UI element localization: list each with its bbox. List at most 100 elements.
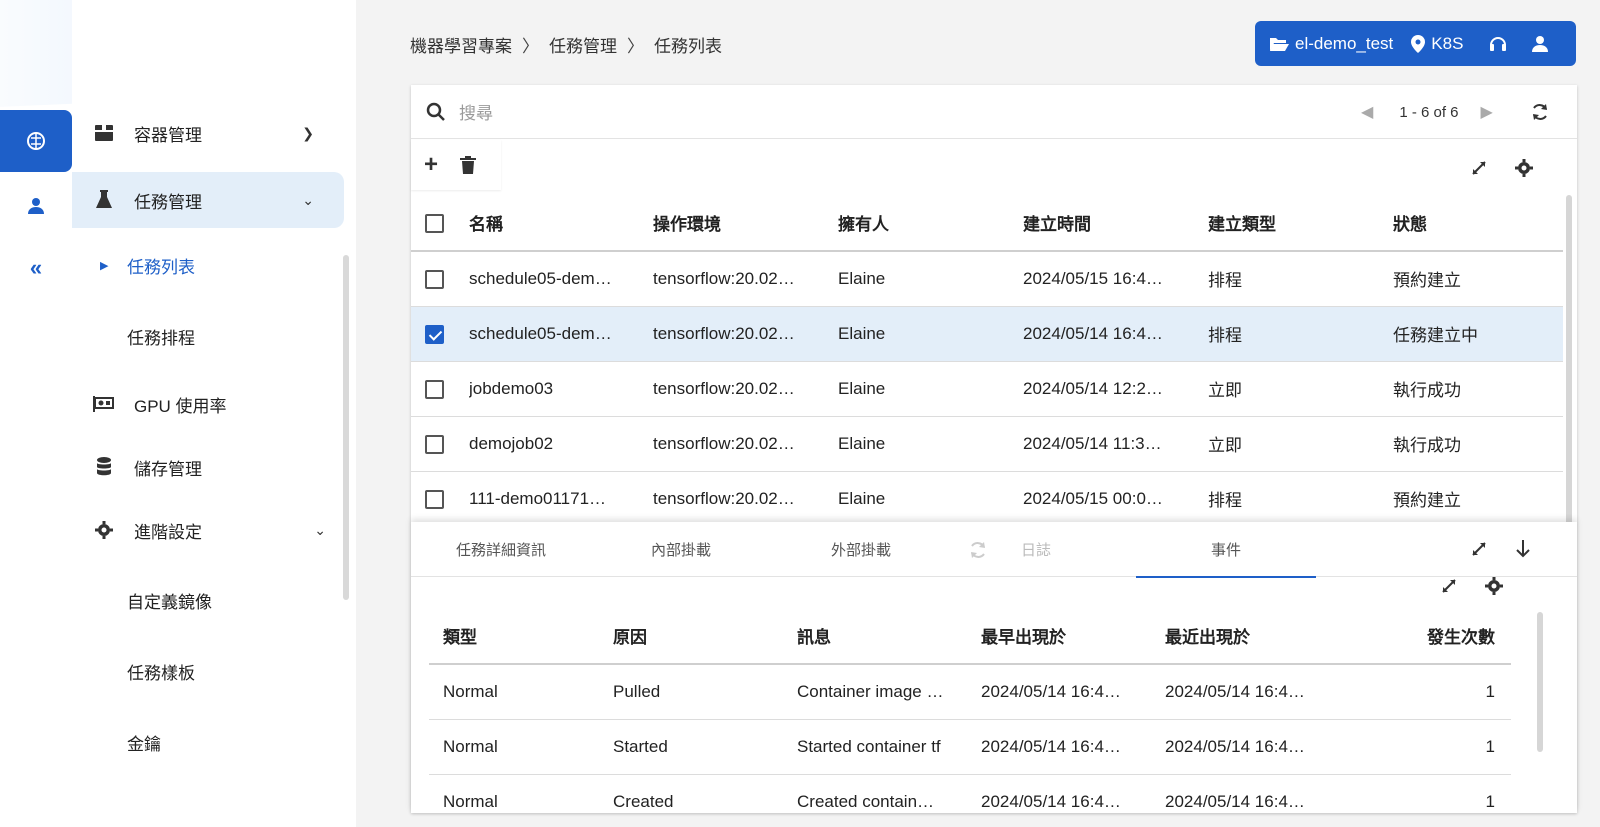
prev-page-icon[interactable]: ◀ — [1361, 102, 1373, 122]
job-name[interactable]: schedule05-dem… — [469, 324, 653, 344]
event-last-seen: 2024/05/14 16:4… — [1165, 774, 1349, 827]
add-icon[interactable]: + — [424, 151, 438, 179]
sidebar-item-label: 任務樣板 — [127, 663, 195, 683]
chevron-down-icon: ⌄ — [302, 191, 314, 208]
column-header[interactable]: 訊息 — [797, 607, 981, 665]
table-row[interactable]: demojob02 tensorflow:20.02… Elaine 2024/… — [411, 416, 1563, 472]
tab-events[interactable]: 事件 — [1136, 522, 1316, 578]
table-row[interactable]: schedule05-dem… tensorflow:20.02… Elaine… — [411, 251, 1563, 307]
sidebar-item-custom-image[interactable]: 自定義鏡像 — [72, 578, 356, 622]
row-checkbox[interactable] — [425, 324, 444, 344]
top-action-bar: el-demo_test K8S — [1255, 21, 1576, 66]
rail-item-ml[interactable] — [0, 110, 72, 172]
job-owner: Elaine — [838, 416, 1023, 472]
breadcrumb-job-management[interactable]: 任務管理 — [549, 32, 617, 57]
expand-icon[interactable] — [1471, 160, 1487, 176]
column-header[interactable]: 名稱 — [469, 195, 653, 252]
rail-item-user[interactable] — [0, 188, 72, 224]
gear-icon[interactable] — [1485, 577, 1503, 595]
tab-internal-mount[interactable]: 內部掛載 — [591, 522, 771, 577]
table-row[interactable]: jobdemo03 tensorflow:20.02… Elaine 2024/… — [411, 361, 1563, 417]
event-message: Started container tf — [797, 719, 981, 775]
event-type: Normal — [429, 774, 613, 827]
events-scrollbar[interactable] — [1537, 612, 1543, 752]
event-message: Container image … — [797, 664, 981, 720]
event-count: 1 — [1349, 774, 1511, 827]
sidebar-scrollbar[interactable] — [343, 255, 349, 600]
tab-job-details[interactable]: 任務詳細資訊 — [411, 522, 591, 577]
job-name[interactable]: schedule05-dem… — [469, 269, 653, 289]
trash-icon[interactable] — [460, 156, 477, 174]
expand-icon[interactable] — [1441, 578, 1457, 594]
column-header[interactable]: 最近出現於 — [1165, 607, 1349, 665]
rail-item-collapse[interactable]: « — [0, 250, 72, 286]
page-range: 1 - 6 of 6 — [1399, 103, 1459, 121]
column-header[interactable]: 類型 — [429, 607, 613, 665]
job-env: tensorflow:20.02… — [653, 471, 838, 527]
cluster-selector[interactable]: K8S — [1411, 34, 1463, 54]
event-message: Created contain… — [797, 774, 981, 827]
job-status: 執行成功 — [1393, 416, 1563, 472]
refresh-icon[interactable] — [1531, 103, 1549, 121]
table-row[interactable]: 111-demo01171… tensorflow:20.02… Elaine … — [411, 471, 1563, 527]
sidebar-item-job[interactable]: 任務管理 ⌄ — [72, 172, 344, 228]
column-header[interactable]: 狀態 — [1393, 195, 1563, 252]
refresh-icon — [971, 542, 985, 558]
job-status: 預約建立 — [1393, 471, 1563, 527]
table-scrollbar[interactable] — [1566, 195, 1572, 555]
sidebar-item-job-template[interactable]: 任務樣板 — [72, 649, 356, 693]
select-all-checkbox[interactable] — [425, 213, 444, 233]
column-header[interactable]: 原因 — [613, 607, 797, 665]
job-status: 預約建立 — [1393, 251, 1563, 307]
job-owner: Elaine — [838, 471, 1023, 527]
row-checkbox[interactable] — [425, 489, 444, 509]
sidebar-item-label: 任務管理 — [134, 192, 202, 212]
arrow-down-icon[interactable] — [1516, 539, 1530, 559]
search-icon — [426, 102, 445, 121]
job-create-type: 立即 — [1208, 416, 1393, 472]
row-checkbox[interactable] — [425, 379, 444, 399]
sidebar-item-job-list[interactable]: ▶ 任務列表 — [72, 243, 356, 287]
project-selector[interactable]: el-demo_test — [1269, 34, 1393, 54]
expand-icon[interactable] — [1471, 541, 1487, 557]
sidebar-item-container[interactable]: 容器管理 ❯ — [72, 110, 356, 156]
sidebar: 容器管理 ❯ 任務管理 ⌄ ▶ 任務列表 任務排程 GPU 使用率 儲存管理 進… — [72, 0, 356, 827]
box-icon — [90, 122, 118, 144]
next-page-icon[interactable]: ▶ — [1481, 102, 1493, 122]
job-name[interactable]: 111-demo01171… — [469, 489, 653, 509]
table-row[interactable]: schedule05-dem… tensorflow:20.02… Elaine… — [411, 306, 1563, 362]
search-input[interactable]: 搜尋 — [459, 99, 493, 124]
job-env: tensorflow:20.02… — [653, 361, 838, 417]
column-header[interactable]: 最早出現於 — [981, 607, 1165, 665]
gear-icon[interactable] — [1515, 159, 1533, 177]
event-reason: Pulled — [613, 664, 797, 720]
event-last-seen: 2024/05/14 16:4… — [1165, 664, 1349, 720]
column-header[interactable]: 擁有人 — [838, 195, 1023, 252]
event-reason: Started — [613, 719, 797, 775]
job-create-type: 排程 — [1208, 251, 1393, 307]
row-checkbox[interactable] — [425, 434, 444, 454]
sidebar-item-advanced[interactable]: 進階設定 ⌄ — [72, 508, 356, 552]
job-name[interactable]: jobdemo03 — [469, 379, 653, 399]
sidebar-item-gpu[interactable]: GPU 使用率 — [72, 382, 356, 426]
sidebar-item-label: 容器管理 — [134, 125, 202, 145]
row-checkbox[interactable] — [425, 269, 444, 289]
sidebar-item-label: 任務列表 — [127, 257, 195, 277]
sidebar-item-job-schedule[interactable]: 任務排程 — [72, 314, 356, 358]
column-header[interactable]: 發生次數 — [1349, 607, 1511, 665]
tab-external-mount[interactable]: 外部掛載 — [771, 522, 951, 577]
job-name[interactable]: demojob02 — [469, 434, 653, 454]
sidebar-item-keys[interactable]: 金鑰 — [72, 720, 356, 764]
folder-open-icon — [1270, 37, 1289, 51]
breadcrumb-project[interactable]: 機器學習專案 — [410, 32, 512, 57]
breadcrumb-job-list: 任務列表 — [654, 37, 722, 56]
column-header[interactable]: 建立時間 — [1023, 195, 1208, 252]
sidebar-item-storage[interactable]: 儲存管理 — [72, 445, 356, 489]
column-header[interactable]: 操作環境 — [653, 195, 838, 252]
job-list-card: 搜尋 ◀ 1 - 6 of 6 ▶ + 名稱 操作環境 擁有人 建立時間 建立類… — [411, 85, 1577, 827]
support-button[interactable] — [1489, 35, 1507, 53]
column-header[interactable]: 建立類型 — [1208, 195, 1393, 252]
account-button[interactable] — [1531, 35, 1549, 53]
job-env: tensorflow:20.02… — [653, 416, 838, 472]
event-type: Normal — [429, 664, 613, 720]
